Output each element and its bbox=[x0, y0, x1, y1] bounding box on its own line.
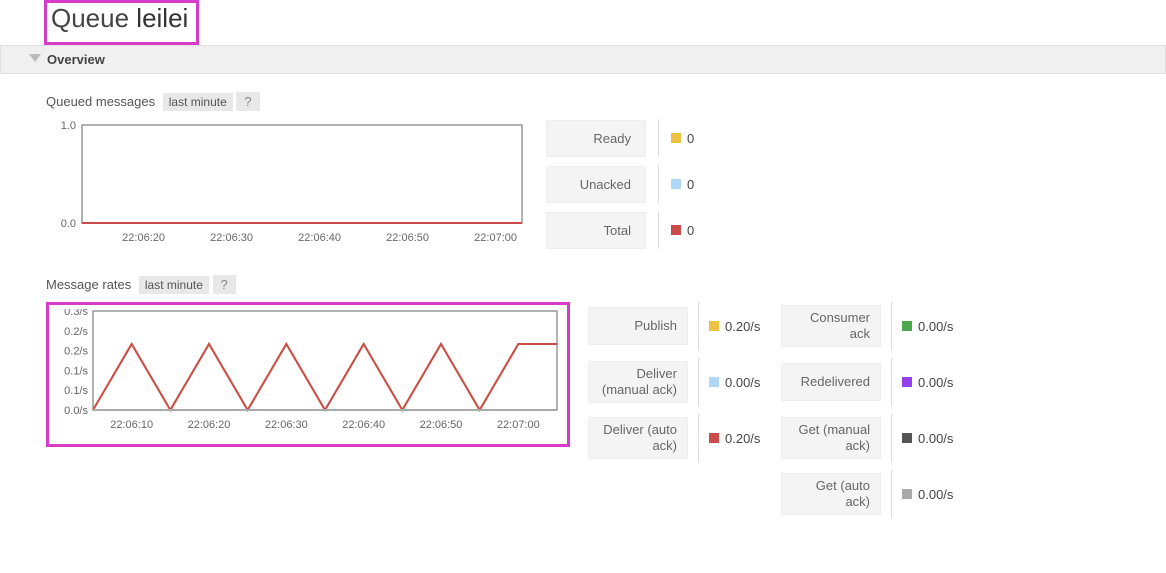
title-prefix: Queue bbox=[51, 3, 136, 33]
legend-separator bbox=[658, 211, 659, 249]
legend-value: 0 bbox=[687, 177, 694, 192]
legend-row: Ready 0 bbox=[546, 119, 694, 157]
rates-legend-left: Publish0.20/sDeliver (manual ack)0.00/sD… bbox=[588, 302, 781, 526]
legend-row: Total 0 bbox=[546, 211, 694, 249]
legend-separator bbox=[698, 358, 699, 406]
svg-text:22:06:40: 22:06:40 bbox=[298, 232, 341, 244]
legend-swatch bbox=[902, 321, 912, 331]
rate-legend-row: Deliver (manual ack) 0.00/s bbox=[588, 358, 781, 406]
svg-text:22:06:50: 22:06:50 bbox=[386, 232, 429, 244]
legend-swatch bbox=[709, 377, 719, 387]
legend-swatch bbox=[671, 225, 681, 235]
queued-heading-text: Queued messages bbox=[46, 94, 155, 109]
svg-text:22:06:20: 22:06:20 bbox=[122, 232, 165, 244]
svg-text:22:06:20: 22:06:20 bbox=[188, 419, 231, 431]
legend-swatch bbox=[902, 433, 912, 443]
legend-separator bbox=[891, 470, 892, 518]
legend-swatch bbox=[671, 179, 681, 189]
legend-swatch bbox=[902, 377, 912, 387]
svg-text:0.1/s: 0.1/s bbox=[64, 385, 88, 397]
rates-legend: Publish0.20/sDeliver (manual ack)0.00/sD… bbox=[570, 302, 974, 526]
svg-text:0.1/s: 0.1/s bbox=[64, 365, 88, 377]
legend-swatch bbox=[709, 321, 719, 331]
rate-legend-row: Publish 0.20/s bbox=[588, 302, 781, 350]
rate-legend-row: Redelivered 0.00/s bbox=[781, 358, 974, 406]
svg-text:22:06:50: 22:06:50 bbox=[420, 419, 463, 431]
svg-text:0.3/s: 0.3/s bbox=[64, 309, 88, 318]
rate-legend-label: Get (auto ack) bbox=[781, 473, 881, 514]
rate-legend-value: 0.20/s bbox=[725, 319, 781, 334]
legend-label: Ready bbox=[546, 120, 646, 157]
legend-swatch bbox=[671, 133, 681, 143]
rates-range-button[interactable]: last minute bbox=[139, 276, 209, 294]
overview-title: Overview bbox=[47, 52, 105, 67]
rates-help-button[interactable]: ? bbox=[213, 275, 236, 294]
queued-chart-svg: 0.0 1.0 22:06:20 22:06:30 22:06:40 22:06:50 22… bbox=[46, 119, 526, 249]
rate-legend-value: 0.00/s bbox=[918, 375, 974, 390]
svg-text:22:06:30: 22:06:30 bbox=[265, 419, 308, 431]
queued-chart: 0.0 1.0 22:06:20 22:06:30 22:06:40 22:06:50 22… bbox=[46, 119, 526, 265]
svg-text:0.2/s: 0.2/s bbox=[64, 346, 88, 358]
rates-legend-right: Consumer ack0.00/sRedelivered0.00/sGet (… bbox=[781, 302, 974, 526]
rates-chart-highlight: 0.0/s 0.1/s 0.1/s 0.2/s 0.2/s 0.3/s 22:06:10 22… bbox=[46, 302, 570, 447]
rate-legend-row: Get (manual ack) 0.00/s bbox=[781, 414, 974, 462]
svg-text:0.0/s: 0.0/s bbox=[64, 405, 88, 417]
svg-text:22:07:00: 22:07:00 bbox=[474, 232, 517, 244]
rate-legend-value: 0.00/s bbox=[918, 431, 974, 446]
rate-legend-row: Consumer ack 0.00/s bbox=[781, 302, 974, 350]
svg-text:22:07:00: 22:07:00 bbox=[497, 419, 540, 431]
rate-legend-label: Redelivered bbox=[781, 363, 881, 401]
legend-separator bbox=[698, 414, 699, 462]
legend-separator bbox=[658, 165, 659, 203]
rate-legend-value: 0.20/s bbox=[725, 431, 781, 446]
rates-heading-text: Message rates bbox=[46, 277, 131, 292]
svg-text:0.0: 0.0 bbox=[61, 218, 76, 230]
rate-legend-label: Get (manual ack) bbox=[781, 417, 881, 458]
legend-value: 0 bbox=[687, 131, 694, 146]
svg-text:0.2/s: 0.2/s bbox=[64, 326, 88, 338]
legend-label: Unacked bbox=[546, 166, 646, 203]
page-title: Queue leilei bbox=[51, 3, 188, 34]
legend-separator bbox=[698, 302, 699, 350]
rate-legend-label: Deliver (auto ack) bbox=[588, 417, 688, 458]
legend-separator bbox=[891, 302, 892, 350]
queued-help-button[interactable]: ? bbox=[236, 92, 259, 111]
chevron-down-icon bbox=[29, 54, 41, 62]
rate-legend-label: Consumer ack bbox=[781, 305, 881, 346]
legend-separator bbox=[658, 119, 659, 157]
rate-legend-value: 0.00/s bbox=[918, 487, 974, 502]
rate-legend-label: Publish bbox=[588, 307, 688, 345]
legend-swatch bbox=[709, 433, 719, 443]
page-title-highlight: Queue leilei bbox=[44, 0, 199, 45]
legend-swatch bbox=[902, 489, 912, 499]
svg-text:22:06:40: 22:06:40 bbox=[342, 419, 385, 431]
legend-row: Unacked 0 bbox=[546, 165, 694, 203]
svg-text:22:06:30: 22:06:30 bbox=[210, 232, 253, 244]
rate-legend-row: Deliver (auto ack) 0.20/s bbox=[588, 414, 781, 462]
legend-value: 0 bbox=[687, 223, 694, 238]
queued-heading: Queued messages last minute ? bbox=[46, 92, 1166, 111]
legend-label: Total bbox=[546, 212, 646, 249]
title-name: leilei bbox=[136, 3, 188, 33]
legend-separator bbox=[891, 358, 892, 406]
queued-legend: Ready 0 Unacked 0 Total 0 bbox=[526, 119, 694, 257]
rate-legend-row: Get (auto ack) 0.00/s bbox=[781, 470, 974, 518]
queued-range-button[interactable]: last minute bbox=[163, 93, 233, 111]
rates-heading: Message rates last minute ? bbox=[46, 275, 1166, 294]
overview-section-header[interactable]: Overview bbox=[0, 45, 1166, 74]
rate-legend-label: Deliver (manual ack) bbox=[588, 361, 688, 402]
svg-text:1.0: 1.0 bbox=[61, 120, 76, 132]
rates-chart-svg: 0.0/s 0.1/s 0.1/s 0.2/s 0.2/s 0.3/s 22:06:10 22… bbox=[51, 309, 561, 434]
svg-text:22:06:10: 22:06:10 bbox=[110, 419, 153, 431]
legend-separator bbox=[891, 414, 892, 462]
rate-legend-value: 0.00/s bbox=[918, 319, 974, 334]
rate-legend-value: 0.00/s bbox=[725, 375, 781, 390]
